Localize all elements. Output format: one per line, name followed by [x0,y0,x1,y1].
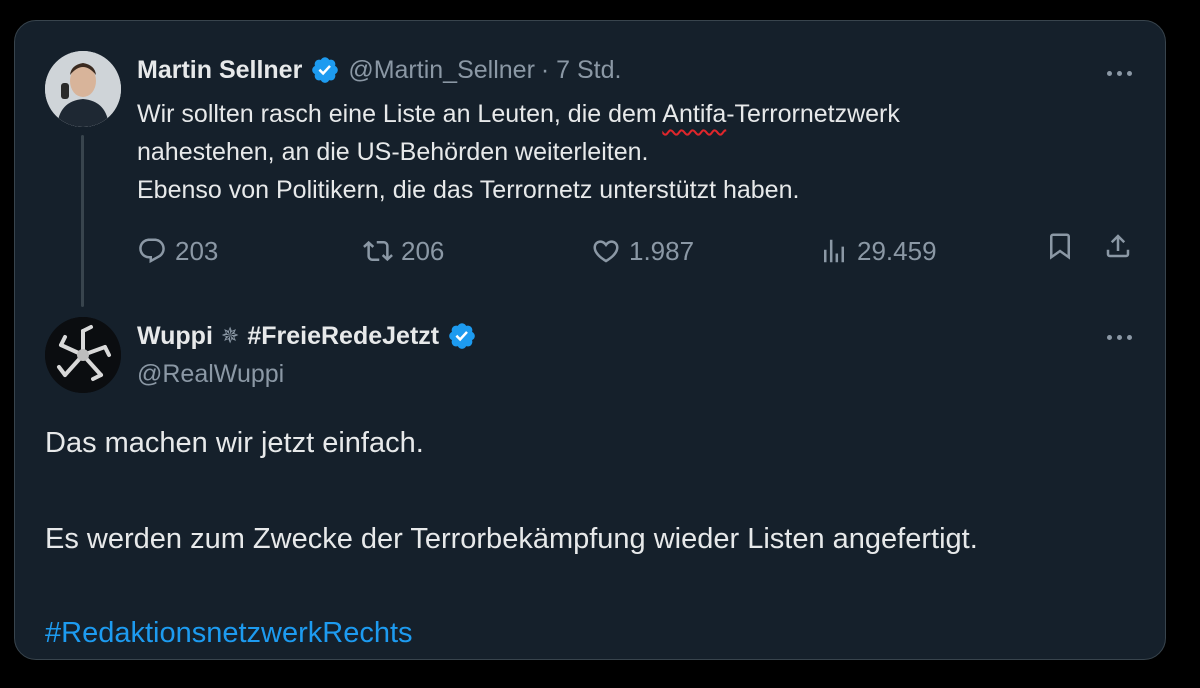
author-handle[interactable]: @Martin_Sellner [348,55,535,85]
reply-icon [139,238,165,264]
retweet-icon [363,240,393,262]
reply-count: 203 [175,236,219,266]
tweet-text-segment: -Terrornetzwerk [726,100,900,128]
reply-header: Wuppi ✵ #FreieRedeJetzt [137,321,485,351]
more-options-icon[interactable] [1099,327,1139,347]
more-options-icon[interactable] [1099,63,1139,83]
reply-text-line: Es werden zum Zwecke der Terrorbekämpfun… [45,523,978,555]
tweet-text-segment: Wir sollten rasch eine Liste an Leuten, … [137,100,663,128]
reply-author-handle[interactable]: @RealWuppi [137,359,284,389]
views-button[interactable]: 29.459 [819,231,937,271]
reply-author-symbol: ✵ [220,323,240,348]
thread-connector-line [81,135,84,307]
reply-text-line: Das machen wir jetzt einfach. [45,427,424,459]
like-icon [593,240,619,263]
hashtag-link[interactable]: #RedaktionsnetzwerkRechts [45,611,413,655]
share-button[interactable] [1103,231,1133,261]
tweet-header: Martin Sellner @Martin_Sellner · 7 Std. [137,55,621,85]
tweet-text: Wir sollten rasch eine Liste an Leuten, … [137,95,1137,209]
tweet-action-bar: 203 206 1.987 29.459 [15,231,1167,271]
like-count: 1.987 [629,236,695,266]
verified-badge-icon [312,57,339,83]
views-icon [824,239,844,263]
reply-author-name[interactable]: Wuppi [137,321,213,351]
tweet-timestamp[interactable]: · 7 Std. [541,55,622,85]
tweet-text-line: nahestehen, an die US-Behörden weiterlei… [137,138,649,166]
reply-author-tag[interactable]: #FreieRedeJetzt [247,321,439,351]
tweet-text-line: Ebenso von Politikern, die das Terrornet… [137,176,800,204]
avatar-martin-sellner[interactable] [45,51,121,127]
views-count: 29.459 [857,236,937,266]
share-icon [1106,234,1130,258]
retweet-button[interactable]: 206 [363,231,444,271]
retweet-count: 206 [401,236,445,266]
author-name[interactable]: Martin Sellner [137,55,302,85]
avatar-realwuppi[interactable] [45,317,121,393]
reply-button[interactable]: 203 [137,231,218,271]
underlined-word: Antifa [662,100,727,128]
like-button[interactable]: 1.987 [591,231,694,271]
tweet-thread-card: Martin Sellner @Martin_Sellner · 7 Std. … [14,20,1166,660]
verified-badge-icon [449,323,475,349]
bookmark-button[interactable] [1045,231,1075,261]
bookmark-icon [1050,233,1070,260]
